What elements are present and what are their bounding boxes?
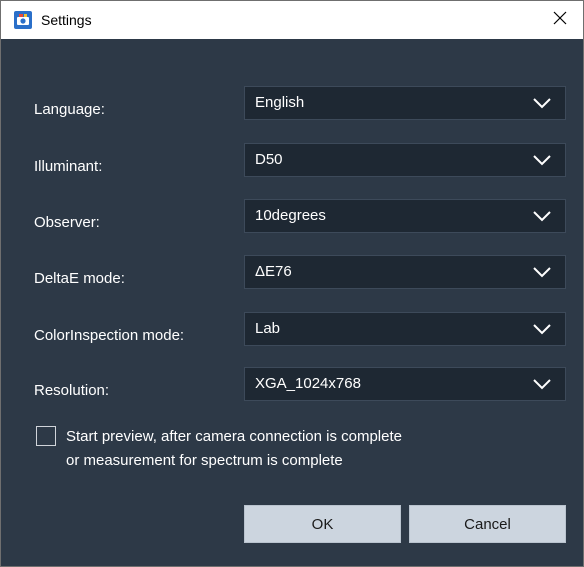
start-preview-label: Start preview, after camera connection i…	[66, 425, 402, 473]
chevron-down-icon	[533, 264, 551, 280]
start-preview-checkbox[interactable]	[36, 426, 56, 446]
observer-select[interactable]: 10degrees	[244, 199, 566, 233]
chevron-down-icon	[533, 95, 551, 111]
illuminant-label: Illuminant:	[34, 158, 103, 175]
chevron-down-icon	[533, 208, 551, 224]
settings-dialog: Settings Language: English Illuminant: D…	[0, 0, 584, 567]
resolution-select[interactable]: XGA_1024x768	[244, 367, 566, 401]
chevron-down-icon	[533, 152, 551, 168]
colorinspection-mode-select[interactable]: Lab	[244, 312, 566, 346]
colorinspection-mode-label: ColorInspection mode:	[34, 327, 185, 344]
deltae-mode-value: ΔE76	[255, 263, 292, 280]
observer-value: 10degrees	[255, 207, 326, 224]
chevron-down-icon	[533, 376, 551, 392]
title-bar: Settings	[1, 1, 583, 39]
resolution-label: Resolution:	[34, 382, 110, 399]
illuminant-select[interactable]: D50	[244, 143, 566, 177]
cancel-button[interactable]: Cancel	[409, 505, 566, 543]
close-button[interactable]	[537, 1, 583, 39]
start-preview-label-line1: Start preview, after camera connection i…	[66, 428, 402, 445]
deltae-mode-select[interactable]: ΔE76	[244, 255, 566, 289]
language-label: Language:	[34, 101, 105, 118]
illuminant-value: D50	[255, 151, 283, 168]
camera-app-icon	[14, 11, 32, 29]
resolution-value: XGA_1024x768	[255, 375, 361, 392]
language-value: English	[255, 94, 305, 111]
ok-button[interactable]: OK	[244, 505, 401, 543]
window-title: Settings	[41, 12, 92, 28]
deltae-mode-label: DeltaE mode:	[34, 270, 125, 287]
settings-content: Language: English Illuminant: D50 Observ…	[1, 39, 583, 566]
close-icon	[553, 11, 567, 30]
chevron-down-icon	[533, 321, 551, 337]
start-preview-label-line2: or measurement for spectrum is complete	[66, 452, 343, 469]
observer-label: Observer:	[34, 214, 100, 231]
language-select[interactable]: English	[244, 86, 566, 120]
colorinspection-mode-value: Lab	[255, 320, 281, 337]
